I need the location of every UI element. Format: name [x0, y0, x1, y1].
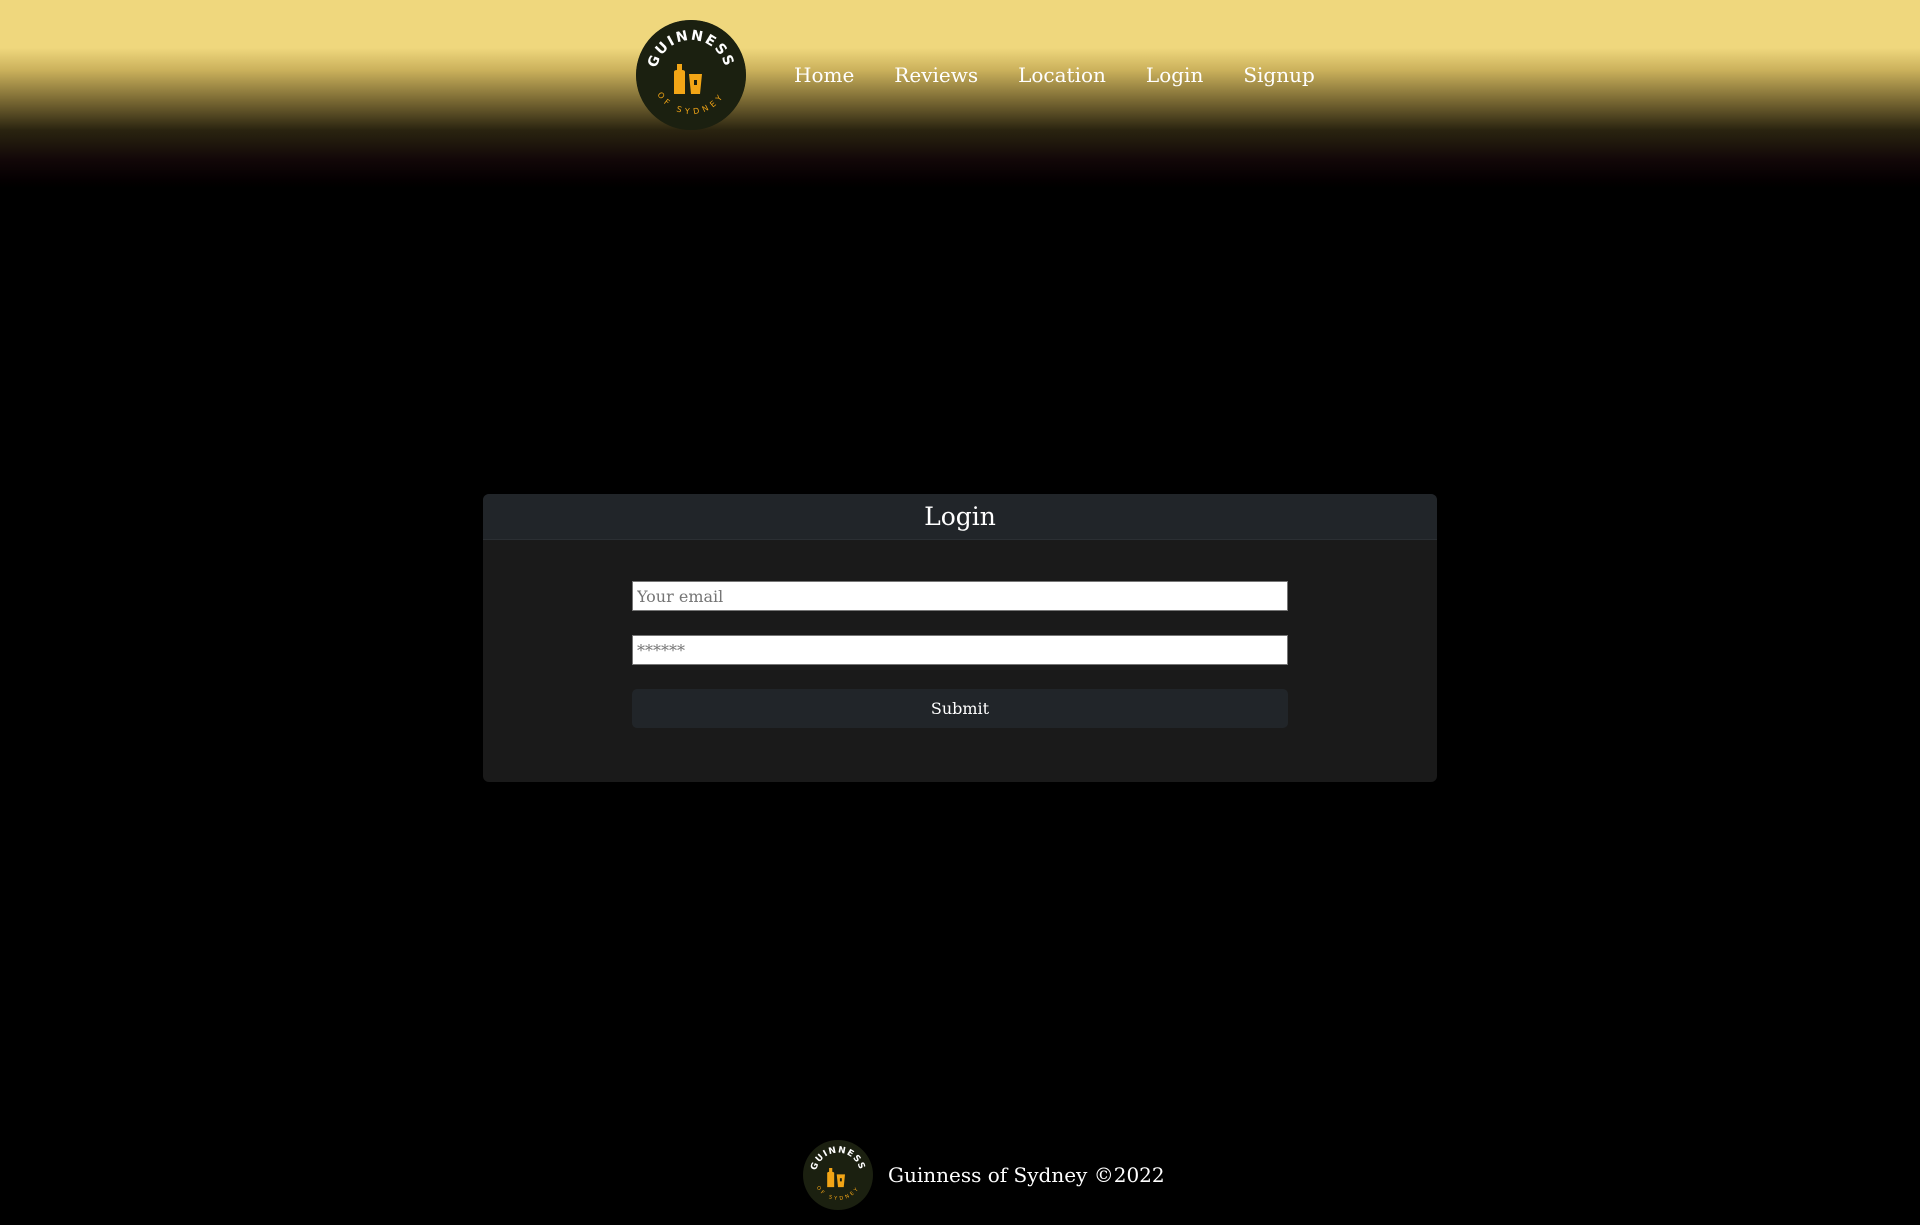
footer-logo-icon: GUINNESS OF SYDNEY: [803, 1140, 873, 1210]
nav-link-location[interactable]: Location: [998, 55, 1126, 95]
nav-link-reviews[interactable]: Reviews: [874, 55, 998, 95]
login-card: Login Submit: [483, 494, 1437, 782]
submit-button[interactable]: Submit: [632, 689, 1288, 728]
nav-link-home[interactable]: Home: [774, 55, 874, 95]
login-card-header: Login: [483, 494, 1437, 540]
site-footer: GUINNESS OF SYDNEY Guinness of Sydney ©2…: [803, 1140, 1165, 1210]
main-nav: GUINNESS OF SYDNEY Home Reviews Location…: [636, 19, 1335, 131]
login-form: Submit: [483, 540, 1437, 782]
nav-link-signup[interactable]: Signup: [1223, 55, 1334, 95]
password-field[interactable]: [632, 635, 1288, 665]
email-field[interactable]: [632, 581, 1288, 611]
page: GUINNESS OF SYDNEY Home Reviews Location…: [0, 0, 1920, 1225]
guinness-logo-icon[interactable]: GUINNESS OF SYDNEY: [636, 20, 746, 130]
nav-link-login[interactable]: Login: [1126, 55, 1223, 95]
footer-copyright: Guinness of Sydney ©2022: [888, 1163, 1165, 1187]
nav-links: Home Reviews Location Login Signup: [774, 55, 1335, 95]
site-header: GUINNESS OF SYDNEY Home Reviews Location…: [0, 0, 1920, 188]
login-title: Login: [924, 502, 996, 531]
